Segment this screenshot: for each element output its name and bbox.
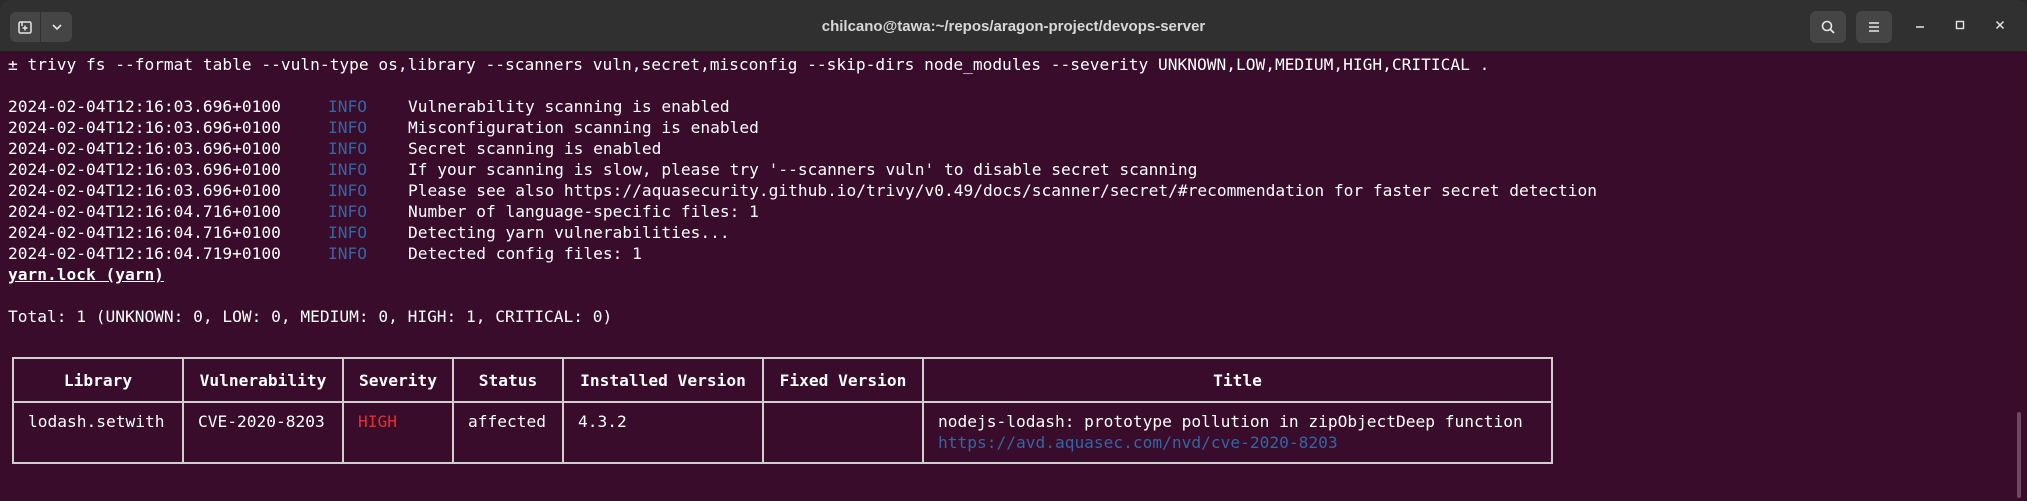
minimize-icon	[1914, 18, 1926, 36]
close-button[interactable]	[1986, 13, 2014, 41]
cell-status: affected	[468, 412, 546, 431]
search-button[interactable]	[1810, 11, 1846, 43]
maximize-icon	[1954, 18, 1966, 36]
minimize-button[interactable]	[1906, 13, 1934, 41]
window-title: chilcano@tawa:~/repos/aragon-project/dev…	[821, 18, 1206, 35]
tab-options-button[interactable]	[41, 12, 72, 42]
close-icon	[1994, 18, 2006, 36]
terminal-output[interactable]: ± trivy fs --format table --vuln-type os…	[0, 52, 2027, 501]
log-line: 2024-02-04T12:16:03.696+0100 INFO Vulnerab…	[8, 75, 730, 116]
log-line: 2024-02-04T12:16:03.696+0100 INFO Secret s…	[8, 117, 661, 158]
log-level: INFO	[328, 244, 367, 263]
log-line: 2024-02-04T12:16:04.716+0100 INFO Detectin…	[8, 201, 730, 242]
log-level: INFO	[328, 118, 367, 137]
column-header-severity: Severity	[359, 371, 437, 390]
hamburger-menu-icon	[1866, 19, 1882, 35]
scrollbar[interactable]	[2017, 412, 2021, 498]
cell-title: nodejs-lodash: prototype pollution in zi…	[938, 412, 1523, 431]
log-message: Detecting yarn vulnerabilities...	[408, 223, 730, 242]
log-line: 2024-02-04T12:16:03.696+0100 INFO Misconfi…	[8, 96, 759, 137]
log-level: INFO	[328, 160, 367, 179]
vulnerability-table: Library Vulnerability Severity Status In…	[12, 357, 1553, 464]
log-line: 2024-02-04T12:16:03.696+0100 INFO If your …	[8, 138, 1197, 179]
cell-installed-version: 4.3.2	[578, 412, 627, 431]
section-title: yarn.lock (yarn)	[8, 265, 164, 284]
log-message: Please see also https://aquasecurity.git…	[408, 181, 1597, 200]
new-tab-button[interactable]	[10, 12, 41, 42]
new-tab-icon	[17, 19, 33, 35]
log-level: INFO	[328, 202, 367, 221]
log-message: Secret scanning is enabled	[408, 139, 662, 158]
new-tab-group	[10, 12, 72, 42]
log-message: Vulnerability scanning is enabled	[408, 97, 730, 116]
log-message: Detected config files: 1	[408, 244, 642, 263]
terminal-window: chilcano@tawa:~/repos/aragon-project/dev…	[0, 0, 2027, 501]
search-icon	[1820, 19, 1836, 35]
cell-vulnerability: CVE-2020-8203	[198, 412, 325, 431]
column-header-library: Library	[63, 371, 133, 390]
menu-button[interactable]	[1856, 11, 1892, 43]
column-header-installed-version: Installed Version	[580, 371, 746, 390]
column-header-fixed-version: Fixed Version	[779, 371, 907, 390]
log-timestamp: 2024-02-04T12:16:04.719+0100	[8, 244, 281, 263]
command-line: ± trivy fs --format table --vuln-type os…	[8, 55, 1490, 74]
log-message: Misconfiguration scanning is enabled	[408, 118, 759, 137]
total-summary: Total: 1 (UNKNOWN: 0, LOW: 0, MEDIUM: 0,…	[8, 307, 613, 326]
column-header-vulnerability: Vulnerability	[199, 371, 327, 390]
log-level: INFO	[328, 223, 367, 242]
log-level: INFO	[328, 97, 367, 116]
log-level: INFO	[328, 181, 367, 200]
log-line: 2024-02-04T12:16:04.716+0100 INFO Number o…	[8, 180, 759, 221]
maximize-button[interactable]	[1946, 13, 1974, 41]
log-message: Number of language-specific files: 1	[408, 202, 759, 221]
column-header-status: Status	[478, 371, 538, 390]
chevron-down-icon	[50, 20, 64, 34]
log-message: If your scanning is slow, please try '--…	[408, 160, 1198, 179]
cve-link[interactable]: https://avd.aquasec.com/nvd/cve-2020-820…	[938, 432, 1338, 453]
header-bar: chilcano@tawa:~/repos/aragon-project/dev…	[0, 0, 2027, 52]
cell-severity: HIGH	[358, 412, 397, 431]
log-level: INFO	[328, 139, 367, 158]
cell-library: lodash.setwith	[28, 412, 165, 431]
log-line: 2024-02-04T12:16:03.696+0100 INFO Please s…	[8, 159, 1597, 200]
column-header-title: Title	[1213, 371, 1262, 390]
log-line: 2024-02-04T12:16:04.719+0100 INFO Detected…	[8, 222, 642, 263]
